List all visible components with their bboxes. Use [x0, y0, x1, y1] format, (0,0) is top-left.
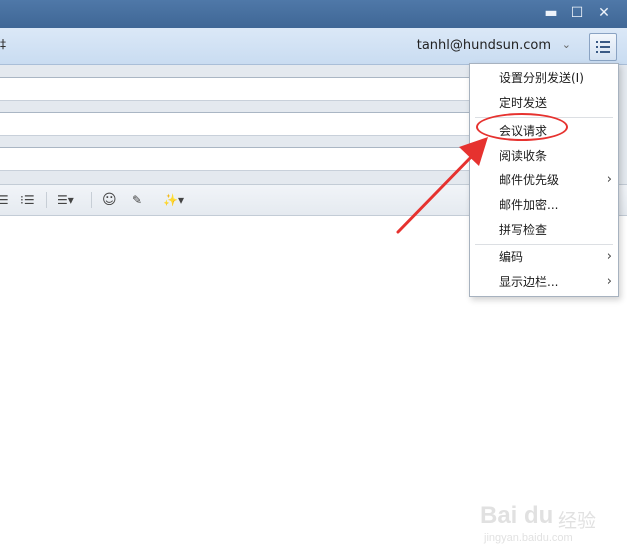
numbered-list-icon[interactable]: ⁝☰ — [20, 192, 35, 208]
menu-item-label: 阅读收条 — [499, 149, 548, 163]
menu-item-encrypt[interactable]: 邮件加密... — [470, 193, 618, 217]
menu-item-label: 拼写检查 — [499, 223, 548, 237]
window-titlebar: ▬ ☐ ✕ — [0, 0, 627, 28]
emoji-icon[interactable]: ☺ — [102, 192, 117, 208]
menu-item-send-separately[interactable]: 设置分别发送(I) — [470, 66, 618, 90]
account-dropdown-icon[interactable]: ⌄ — [562, 38, 571, 51]
menu-item-label: 显示边栏... — [499, 275, 559, 289]
clear-format-icon[interactable]: ✎ — [132, 192, 142, 208]
bullet-list-icon[interactable]: ⁝☰ — [0, 192, 9, 208]
menu-item-label: 邮件优先级 — [499, 173, 560, 187]
menu-item-scheduled-send[interactable]: 定时发送 — [470, 91, 618, 115]
menu-item-show-sidebar[interactable]: 显示边栏... › — [470, 270, 618, 294]
cc-field[interactable] — [0, 112, 471, 136]
more-options-menu: 设置分别发送(I) 定时发送 会议请求 阅读收条 邮件优先级 › 邮件加密...… — [469, 63, 619, 297]
list-menu-icon — [596, 41, 610, 53]
more-menu-button[interactable] — [589, 33, 617, 61]
menu-item-label: 邮件加密... — [499, 198, 559, 212]
compose-header: ‡ tanhl@hundsun.com ⌄ — [0, 28, 627, 65]
close-button[interactable]: ✕ — [594, 4, 614, 22]
toolbar-divider — [46, 192, 47, 208]
align-dropdown-icon[interactable]: ☰▾ — [57, 192, 74, 208]
submenu-arrow-icon: › — [606, 249, 612, 264]
menu-item-spell-check[interactable]: 拼写检查 — [470, 218, 618, 242]
submenu-arrow-icon: › — [606, 274, 612, 289]
watermark-url: jingyan.baidu.com — [484, 532, 573, 544]
toolbar-divider — [91, 192, 92, 208]
baidu-watermark: Bai du 经验 jingyan.baidu.com — [480, 492, 620, 552]
magic-wand-icon[interactable]: ✨▾ — [163, 192, 184, 208]
menu-item-read-receipt[interactable]: 阅读收条 — [470, 144, 618, 168]
menu-item-label: 编码 — [499, 250, 524, 264]
menu-item-label: 定时发送 — [499, 96, 548, 110]
highlight-ellipse — [476, 113, 568, 141]
minimize-button[interactable]: ▬ — [541, 4, 561, 22]
menu-item-priority[interactable]: 邮件优先级 › — [470, 168, 618, 192]
header-edge-glyph: ‡ — [0, 37, 6, 51]
menu-item-label: 设置分别发送(I) — [499, 71, 584, 85]
watermark-suffix: 经验 — [558, 510, 597, 532]
submenu-arrow-icon: › — [606, 172, 612, 187]
to-field[interactable] — [0, 77, 471, 101]
watermark-brand: Bai du — [480, 502, 554, 529]
maximize-button[interactable]: ☐ — [567, 4, 587, 22]
sender-account[interactable]: tanhl@hundsun.com — [417, 38, 551, 53]
subject-field[interactable] — [0, 147, 471, 171]
menu-item-encoding[interactable]: 编码 › — [470, 245, 618, 269]
